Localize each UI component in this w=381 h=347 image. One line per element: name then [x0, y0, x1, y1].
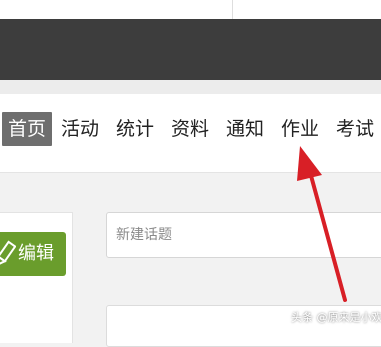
new-topic-input[interactable]	[106, 212, 381, 258]
nav-bar: 首页 活动 统计 资料 通知 作业 考试	[0, 94, 381, 173]
tab-homework[interactable]: 作业	[281, 112, 319, 146]
header-bar	[0, 19, 381, 80]
tab-statistics[interactable]: 统计	[116, 112, 154, 146]
edit-button[interactable]: 编辑	[0, 232, 66, 276]
watermark: 头条 @原来是小欢	[291, 311, 381, 324]
edit-button-label: 编辑	[18, 243, 54, 264]
pencil-icon	[0, 240, 16, 267]
tab-activities[interactable]: 活动	[61, 112, 99, 146]
header-gap	[0, 80, 381, 94]
tab-notices[interactable]: 通知	[226, 112, 264, 146]
tab-materials[interactable]: 资料	[171, 112, 209, 146]
tab-exams[interactable]: 考试	[336, 112, 374, 146]
top-divider	[232, 0, 233, 19]
top-strip	[0, 0, 381, 19]
tab-home[interactable]: 首页	[2, 112, 53, 146]
